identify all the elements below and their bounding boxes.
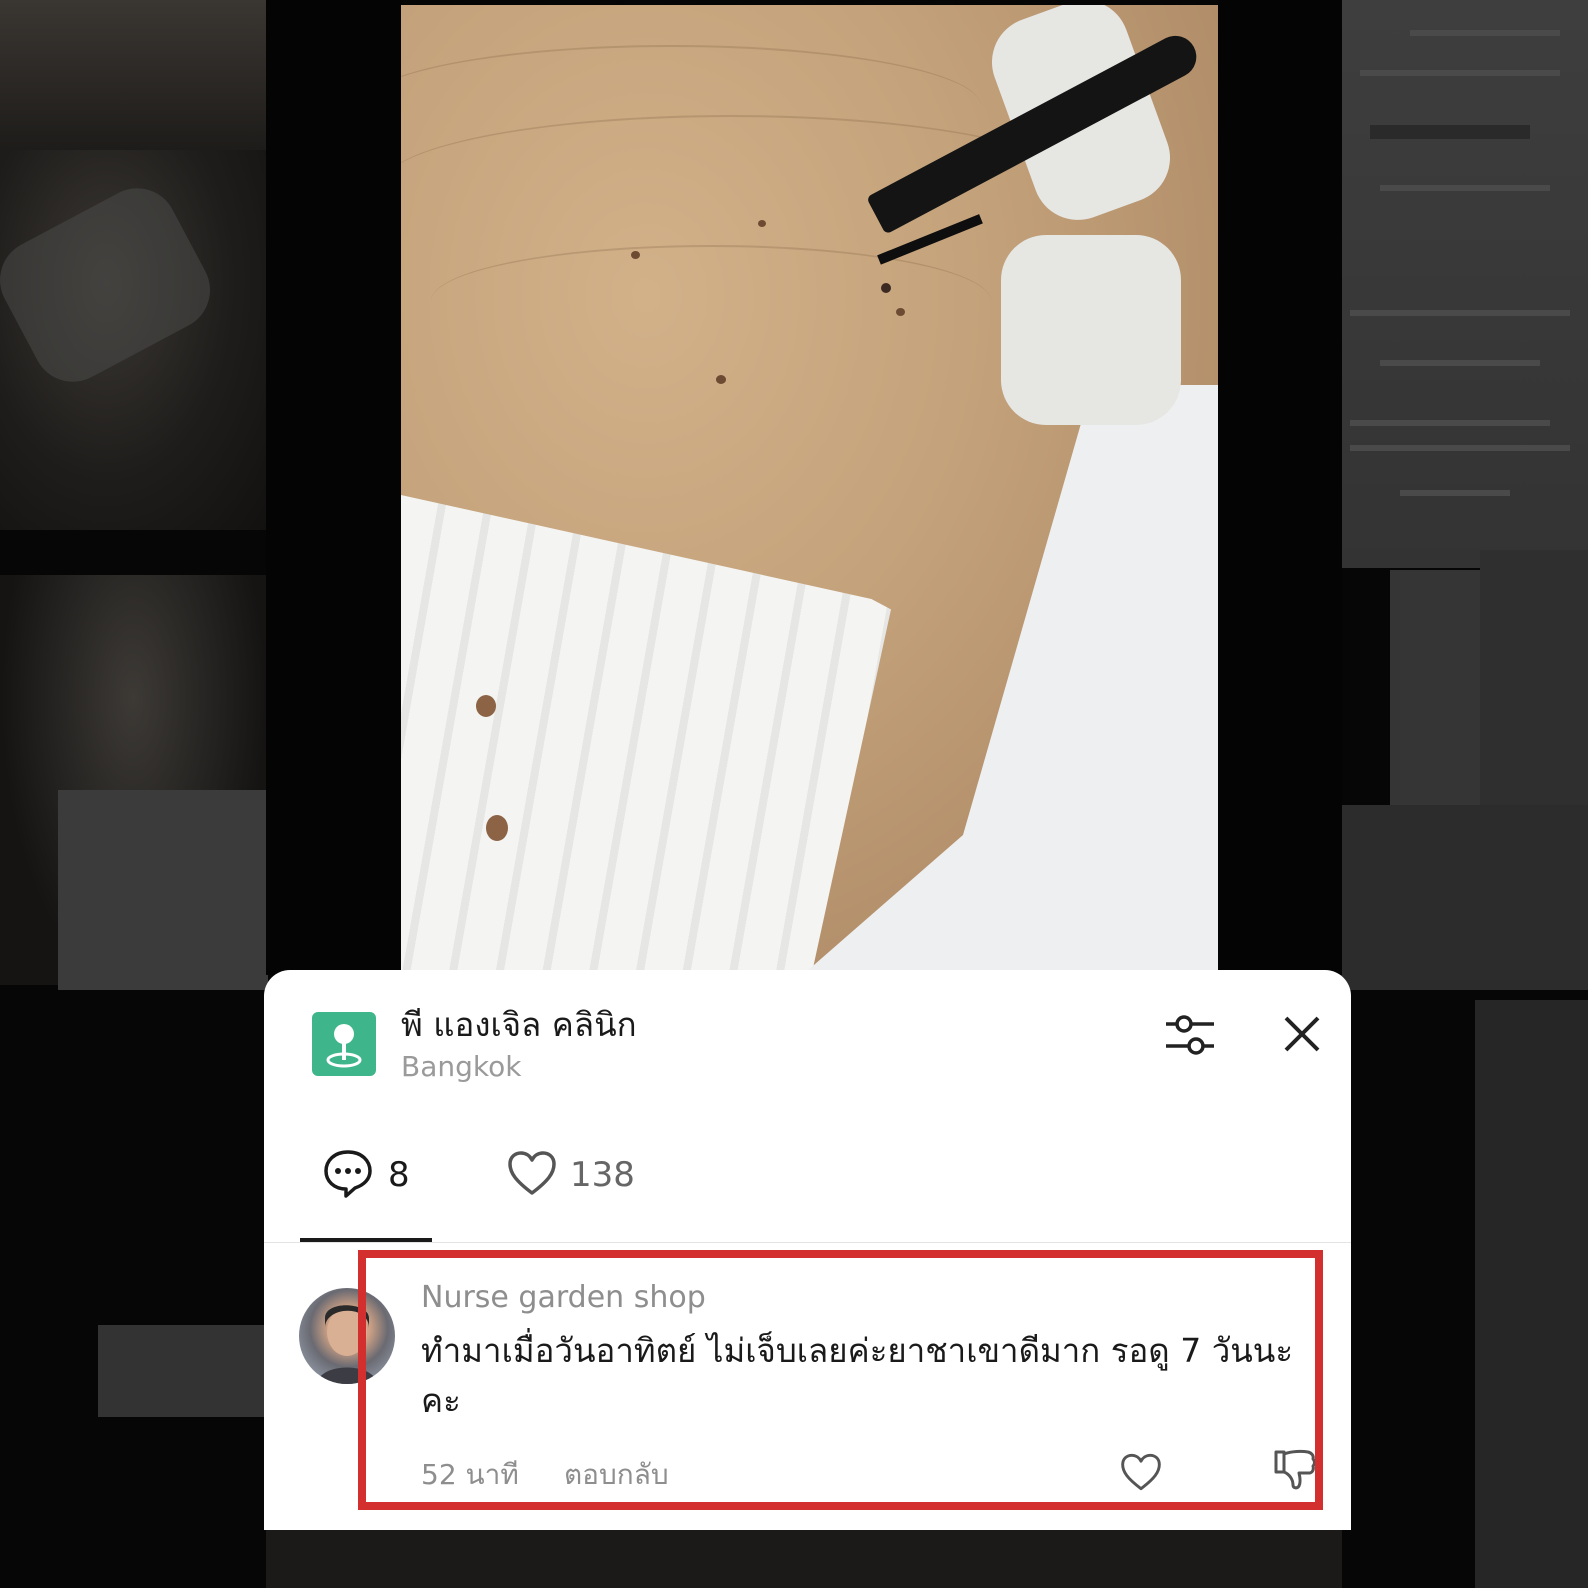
- background-screenshot-card: [1340, 805, 1588, 990]
- place-pin-icon: [312, 1012, 376, 1076]
- background-screenshot-card: [58, 790, 268, 990]
- gauze-pad: [401, 495, 891, 975]
- video-letterbox-left: [266, 0, 401, 975]
- heart-icon: [506, 1149, 558, 1201]
- video-frame[interactable]: [401, 5, 1218, 975]
- comment-bubble-icon: [322, 1148, 374, 1202]
- mole: [716, 375, 726, 384]
- background-thumbnail: [0, 0, 266, 150]
- mole: [758, 220, 766, 227]
- comment-highlight-box: [358, 1250, 1323, 1510]
- mole: [631, 251, 640, 259]
- background-screenshot-card: [98, 1325, 266, 1417]
- tab-likes[interactable]: 138: [506, 1145, 635, 1205]
- likes-count: 138: [570, 1155, 635, 1195]
- video-letterbox-right: [1218, 0, 1342, 975]
- place-name[interactable]: พี แองเจิล คลินิก: [401, 998, 637, 1051]
- background-document: [1340, 0, 1588, 568]
- background-document: [1390, 570, 1480, 805]
- close-icon[interactable]: [1280, 1012, 1324, 1056]
- divider: [264, 1242, 1351, 1243]
- background-thumbnail: [1475, 1000, 1588, 1588]
- filter-icon[interactable]: [1162, 1010, 1218, 1060]
- skin-fold: [431, 245, 991, 357]
- glove: [1001, 235, 1181, 425]
- tab-comments[interactable]: 8: [322, 1145, 410, 1205]
- mole: [896, 308, 905, 316]
- place-location: Bangkok: [401, 1050, 522, 1083]
- comments-count: 8: [388, 1155, 410, 1195]
- mole: [881, 283, 891, 293]
